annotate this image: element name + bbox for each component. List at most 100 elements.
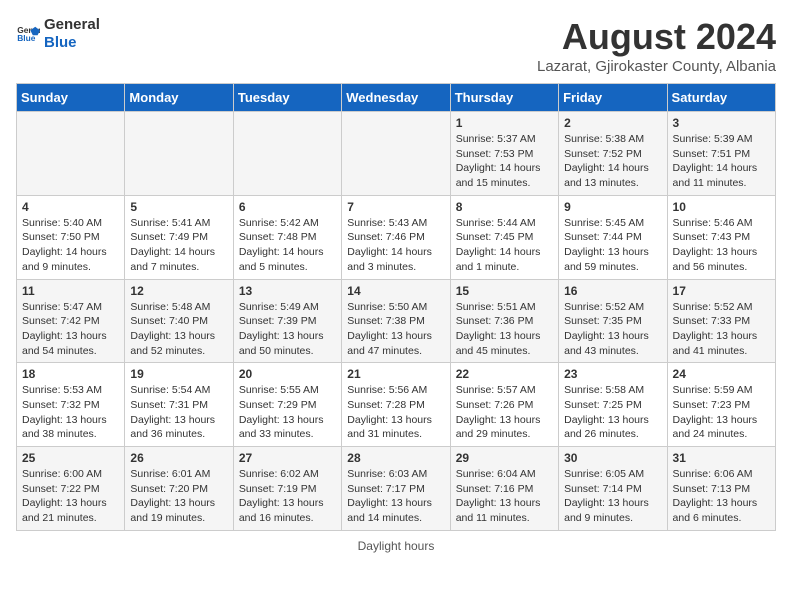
calendar-cell-4-1: 18Sunrise: 5:53 AM Sunset: 7:32 PM Dayli… bbox=[17, 363, 125, 447]
calendar-cell-2-3: 6 Sunrise: 5:42 AM Sunset: 7:48 PM Daylig… bbox=[233, 195, 341, 279]
calendar-cell-4-5: 22 Sunrise: 5:57 AM Sunset: 7:26 PM Dayli… bbox=[450, 363, 558, 447]
day-number: 17 bbox=[673, 284, 770, 298]
calendar-cell-3-3: 13 Sunrise: 5:49 AM Sunset: 7:39 PM Dayli… bbox=[233, 279, 341, 363]
main-title: August 2024 bbox=[537, 16, 776, 58]
logo-icon: General Blue bbox=[16, 22, 40, 46]
day-number: 26 bbox=[130, 451, 227, 465]
day-info: Sunrise: 6:06 AM Sunset: 7:13 PM Dayligh… bbox=[673, 467, 770, 526]
day-number: 20 bbox=[239, 367, 336, 381]
calendar-cell-1-2 bbox=[125, 112, 233, 196]
day-number: 8 bbox=[456, 200, 553, 214]
calendar-header-saturday: Saturday bbox=[667, 84, 775, 112]
day-info: Sunrise: 5:47 AM Sunset: 7:42 PM Dayligh… bbox=[22, 300, 119, 359]
calendar-header-wednesday: Wednesday bbox=[342, 84, 450, 112]
calendar-week-1: 1 Sunrise: 5:37 AM Sunset: 7:53 PM Daylig… bbox=[17, 112, 776, 196]
day-info: Sunrise: 5:38 AM Sunset: 7:52 PM Dayligh… bbox=[564, 132, 661, 191]
day-number: 15 bbox=[456, 284, 553, 298]
day-info: Sunrise: 5:37 AM Sunset: 7:53 PM Dayligh… bbox=[456, 132, 553, 191]
day-number: 29 bbox=[456, 451, 553, 465]
day-info: Sunrise: 5:48 AM Sunset: 7:40 PM Dayligh… bbox=[130, 300, 227, 359]
calendar-cell-4-4: 21 Sunrise: 5:56 AM Sunset: 7:28 PM Dayli… bbox=[342, 363, 450, 447]
calendar-cell-3-6: 16 Sunrise: 5:52 AM Sunset: 7:35 PM Dayli… bbox=[559, 279, 667, 363]
calendar-cell-5-4: 28Sunrise: 6:03 AM Sunset: 7:17 PM Dayli… bbox=[342, 447, 450, 531]
calendar-cell-3-7: 17 Sunrise: 5:52 AM Sunset: 7:33 PM Dayli… bbox=[667, 279, 775, 363]
header: General Blue General Blue August 2024 La… bbox=[16, 16, 776, 75]
day-info: Sunrise: 5:57 AM Sunset: 7:26 PM Dayligh… bbox=[456, 383, 553, 442]
day-number: 21 bbox=[347, 367, 444, 381]
subtitle: Lazarat, Gjirokaster County, Albania bbox=[537, 58, 776, 75]
day-number: 25 bbox=[22, 451, 119, 465]
calendar-header-tuesday: Tuesday bbox=[233, 84, 341, 112]
calendar-cell-1-7: 3 Sunrise: 5:39 AM Sunset: 7:51 PM Daylig… bbox=[667, 112, 775, 196]
logo-general-text: General bbox=[44, 16, 100, 34]
calendar-cell-5-5: 29 Sunrise: 6:04 AM Sunset: 7:16 PM Dayli… bbox=[450, 447, 558, 531]
day-info: Sunrise: 5:52 AM Sunset: 7:33 PM Dayligh… bbox=[673, 300, 770, 359]
calendar-cell-2-4: 7Sunrise: 5:43 AM Sunset: 7:46 PM Daylig… bbox=[342, 195, 450, 279]
calendar-cell-3-1: 11Sunrise: 5:47 AM Sunset: 7:42 PM Dayli… bbox=[17, 279, 125, 363]
calendar-header-row: SundayMondayTuesdayWednesdayThursdayFrid… bbox=[17, 84, 776, 112]
day-number: 5 bbox=[130, 200, 227, 214]
day-info: Sunrise: 5:56 AM Sunset: 7:28 PM Dayligh… bbox=[347, 383, 444, 442]
day-info: Sunrise: 5:41 AM Sunset: 7:49 PM Dayligh… bbox=[130, 216, 227, 275]
calendar-table: SundayMondayTuesdayWednesdayThursdayFrid… bbox=[16, 83, 776, 531]
day-info: Sunrise: 6:01 AM Sunset: 7:20 PM Dayligh… bbox=[130, 467, 227, 526]
calendar-cell-1-6: 2 Sunrise: 5:38 AM Sunset: 7:52 PM Daylig… bbox=[559, 112, 667, 196]
day-info: Sunrise: 5:42 AM Sunset: 7:48 PM Dayligh… bbox=[239, 216, 336, 275]
calendar-cell-4-2: 19 Sunrise: 5:54 AM Sunset: 7:31 PM Dayli… bbox=[125, 363, 233, 447]
calendar-cell-2-2: 5 Sunrise: 5:41 AM Sunset: 7:49 PM Daylig… bbox=[125, 195, 233, 279]
calendar-cell-3-5: 15 Sunrise: 5:51 AM Sunset: 7:36 PM Dayli… bbox=[450, 279, 558, 363]
day-info: Sunrise: 5:46 AM Sunset: 7:43 PM Dayligh… bbox=[673, 216, 770, 275]
calendar-week-4: 18Sunrise: 5:53 AM Sunset: 7:32 PM Dayli… bbox=[17, 363, 776, 447]
day-info: Sunrise: 5:44 AM Sunset: 7:45 PM Dayligh… bbox=[456, 216, 553, 275]
day-info: Sunrise: 5:51 AM Sunset: 7:36 PM Dayligh… bbox=[456, 300, 553, 359]
day-info: Sunrise: 5:40 AM Sunset: 7:50 PM Dayligh… bbox=[22, 216, 119, 275]
day-info: Sunrise: 6:04 AM Sunset: 7:16 PM Dayligh… bbox=[456, 467, 553, 526]
calendar-cell-5-7: 31Sunrise: 6:06 AM Sunset: 7:13 PM Dayli… bbox=[667, 447, 775, 531]
calendar-cell-1-3 bbox=[233, 112, 341, 196]
day-info: Sunrise: 5:45 AM Sunset: 7:44 PM Dayligh… bbox=[564, 216, 661, 275]
day-info: Sunrise: 6:02 AM Sunset: 7:19 PM Dayligh… bbox=[239, 467, 336, 526]
calendar-cell-5-2: 26 Sunrise: 6:01 AM Sunset: 7:20 PM Dayli… bbox=[125, 447, 233, 531]
day-info: Sunrise: 5:49 AM Sunset: 7:39 PM Dayligh… bbox=[239, 300, 336, 359]
day-info: Sunrise: 5:55 AM Sunset: 7:29 PM Dayligh… bbox=[239, 383, 336, 442]
day-number: 13 bbox=[239, 284, 336, 298]
calendar-cell-5-1: 25Sunrise: 6:00 AM Sunset: 7:22 PM Dayli… bbox=[17, 447, 125, 531]
calendar-cell-3-4: 14 Sunrise: 5:50 AM Sunset: 7:38 PM Dayli… bbox=[342, 279, 450, 363]
day-info: Sunrise: 5:59 AM Sunset: 7:23 PM Dayligh… bbox=[673, 383, 770, 442]
day-number: 23 bbox=[564, 367, 661, 381]
day-number: 24 bbox=[673, 367, 770, 381]
day-info: Sunrise: 5:54 AM Sunset: 7:31 PM Dayligh… bbox=[130, 383, 227, 442]
calendar-header-friday: Friday bbox=[559, 84, 667, 112]
calendar-header-monday: Monday bbox=[125, 84, 233, 112]
day-info: Sunrise: 6:05 AM Sunset: 7:14 PM Dayligh… bbox=[564, 467, 661, 526]
day-number: 12 bbox=[130, 284, 227, 298]
day-number: 30 bbox=[564, 451, 661, 465]
calendar-cell-2-1: 4Sunrise: 5:40 AM Sunset: 7:50 PM Daylig… bbox=[17, 195, 125, 279]
day-number: 27 bbox=[239, 451, 336, 465]
calendar-cell-5-3: 27 Sunrise: 6:02 AM Sunset: 7:19 PM Dayli… bbox=[233, 447, 341, 531]
calendar-cell-1-1 bbox=[17, 112, 125, 196]
day-number: 7 bbox=[347, 200, 444, 214]
day-number: 1 bbox=[456, 116, 553, 130]
calendar-cell-4-7: 24 Sunrise: 5:59 AM Sunset: 7:23 PM Dayli… bbox=[667, 363, 775, 447]
calendar-week-2: 4Sunrise: 5:40 AM Sunset: 7:50 PM Daylig… bbox=[17, 195, 776, 279]
calendar-cell-4-3: 20 Sunrise: 5:55 AM Sunset: 7:29 PM Dayli… bbox=[233, 363, 341, 447]
day-info: Sunrise: 5:58 AM Sunset: 7:25 PM Dayligh… bbox=[564, 383, 661, 442]
day-number: 18 bbox=[22, 367, 119, 381]
calendar-header-thursday: Thursday bbox=[450, 84, 558, 112]
day-number: 3 bbox=[673, 116, 770, 130]
day-number: 2 bbox=[564, 116, 661, 130]
day-info: Sunrise: 5:39 AM Sunset: 7:51 PM Dayligh… bbox=[673, 132, 770, 191]
day-number: 14 bbox=[347, 284, 444, 298]
logo: General Blue General Blue bbox=[16, 16, 100, 52]
calendar-cell-4-6: 23 Sunrise: 5:58 AM Sunset: 7:25 PM Dayli… bbox=[559, 363, 667, 447]
day-info: Sunrise: 6:03 AM Sunset: 7:17 PM Dayligh… bbox=[347, 467, 444, 526]
day-number: 6 bbox=[239, 200, 336, 214]
day-number: 22 bbox=[456, 367, 553, 381]
calendar-cell-3-2: 12 Sunrise: 5:48 AM Sunset: 7:40 PM Dayli… bbox=[125, 279, 233, 363]
calendar-cell-5-6: 30 Sunrise: 6:05 AM Sunset: 7:14 PM Dayli… bbox=[559, 447, 667, 531]
day-info: Sunrise: 5:50 AM Sunset: 7:38 PM Dayligh… bbox=[347, 300, 444, 359]
day-number: 19 bbox=[130, 367, 227, 381]
day-number: 16 bbox=[564, 284, 661, 298]
day-info: Sunrise: 5:52 AM Sunset: 7:35 PM Dayligh… bbox=[564, 300, 661, 359]
